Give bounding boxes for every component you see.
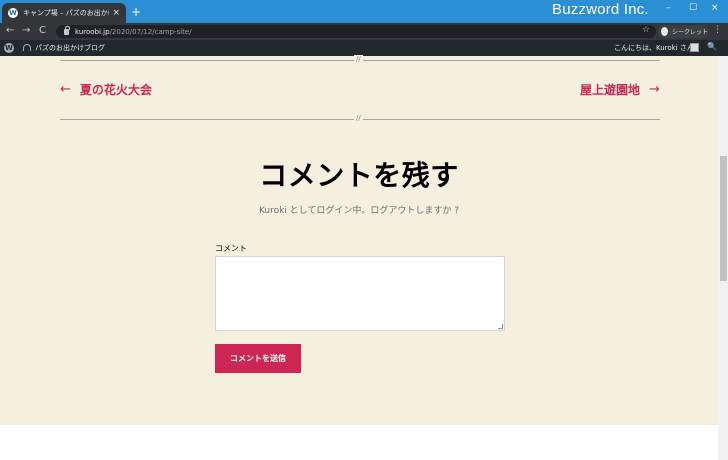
resize-grip-icon[interactable] — [498, 324, 503, 329]
logged-in-as: Kuroki としてログイン中。ログアウトしますか ? — [258, 206, 460, 216]
search-icon[interactable]: 🔍 — [707, 42, 717, 51]
brand-watermark: Buzzword Inc. — [552, 1, 649, 18]
comment-heading: コメントを残す — [259, 159, 459, 192]
comment-textarea[interactable] — [215, 256, 505, 331]
dashboard-icon[interactable] — [23, 44, 31, 51]
minimize-button[interactable]: – — [666, 3, 671, 13]
prev-post-title: 夏の花火大会 — [79, 83, 152, 97]
admin-site-name[interactable]: パズのお出かけブログ — [35, 43, 105, 53]
reload-button[interactable]: C — [39, 25, 46, 37]
submit-comment-button[interactable]: コメントを送信 — [215, 344, 301, 373]
top-divider-mark: // — [354, 55, 363, 63]
url-host: kuroobi.jp — [75, 27, 110, 36]
browser-toolbar: ← → C kuroobi.jp /2020/07/12/camp-site/ … — [0, 23, 728, 40]
prev-post-link[interactable]: ← 夏の花火大会 — [60, 81, 152, 98]
forward-button[interactable]: → — [22, 25, 30, 37]
next-post-title: 屋上遊園地 — [580, 83, 641, 97]
back-button[interactable]: ← — [6, 25, 14, 37]
bottom-divider-mark: // — [354, 114, 363, 122]
wordpress-favicon-icon: W — [8, 8, 18, 18]
bookmark-star-icon[interactable]: ☆ — [642, 25, 650, 35]
incognito-label: シークレット — [671, 29, 708, 36]
avatar[interactable] — [690, 43, 699, 52]
wordpress-logo-icon[interactable]: W — [4, 43, 14, 53]
wp-admin-bar: W パズのお出かけブログ こんにちは、Kuroki さん 🔍 — [0, 40, 728, 56]
new-tab-button[interactable]: + — [131, 5, 141, 19]
comment-label: コメント — [215, 244, 247, 253]
address-bar[interactable]: kuroobi.jp /2020/07/12/camp-site/ — [56, 25, 656, 38]
arrow-right-icon: → — [649, 82, 660, 97]
incognito-icon — [661, 27, 668, 36]
incognito-badge[interactable]: シークレット — [658, 25, 708, 38]
admin-howdy-user[interactable]: こんにちは、Kuroki さん — [614, 43, 694, 53]
lock-icon — [64, 25, 70, 35]
browser-tab[interactable]: W キャンプ場 – パズのお出かけブログ × — [2, 3, 126, 23]
url-path: /2020/07/12/camp-site/ — [109, 27, 192, 36]
scrollbar-thumb[interactable] — [720, 156, 727, 281]
arrow-left-icon: ← — [60, 82, 71, 97]
close-window-button[interactable]: × — [711, 3, 719, 13]
tab-title: キャンプ場 – パズのお出かけブログ — [23, 9, 109, 17]
footer-area — [0, 425, 718, 460]
window-titlebar: W キャンプ場 – パズのお出かけブログ × + Buzzword Inc. –… — [0, 0, 728, 23]
maximize-button[interactable]: ☐ — [689, 3, 697, 13]
browser-menu-icon[interactable]: ⋮ — [713, 25, 722, 35]
next-post-link[interactable]: 屋上遊園地 → — [580, 81, 660, 98]
tab-close-icon[interactable]: × — [112, 8, 120, 18]
